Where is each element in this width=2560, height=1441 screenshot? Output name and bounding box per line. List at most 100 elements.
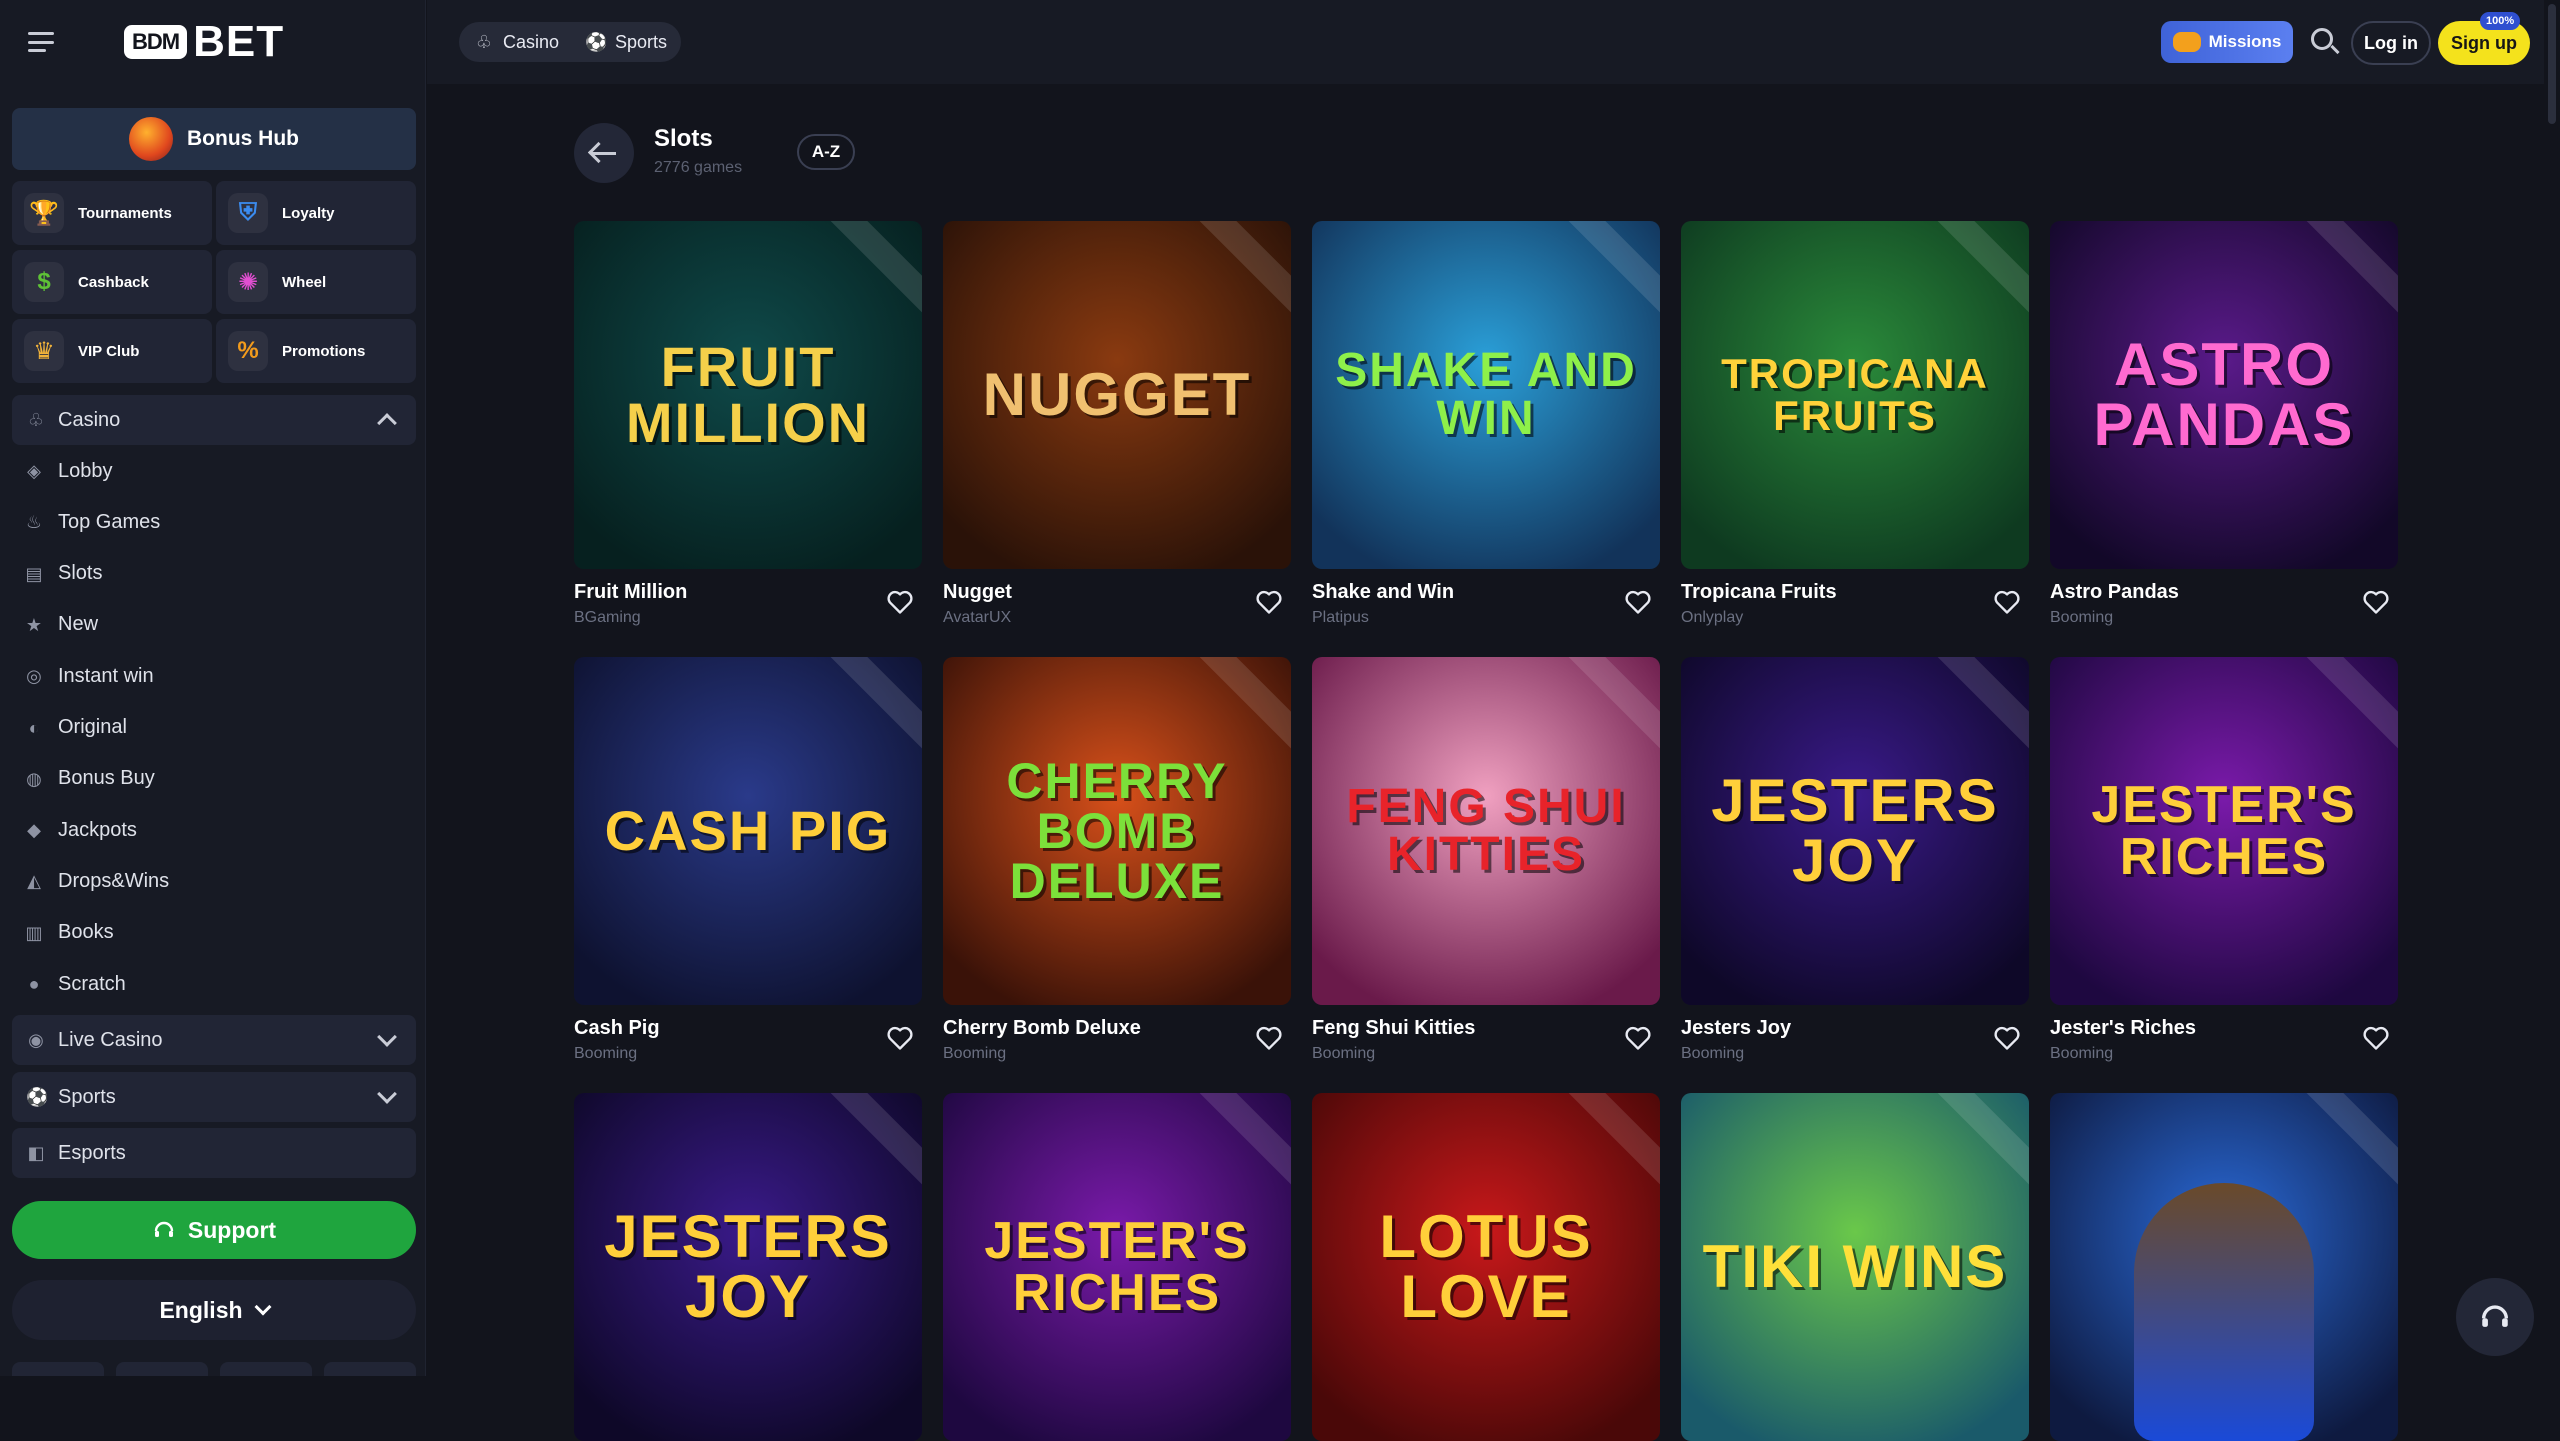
game-card[interactable]: NUGGET Nugget AvatarUX (943, 221, 1291, 626)
tab-casino[interactable]: ♧ Casino (467, 31, 565, 53)
search-icon[interactable] (2309, 26, 2341, 58)
game-title[interactable]: Jester's Riches (2050, 1017, 2196, 1040)
sidebar-item[interactable]: ◍ Bonus Buy (24, 759, 155, 799)
sidebar-item[interactable]: ◐ Original (24, 708, 127, 748)
missions-button[interactable]: Missions (2161, 21, 2293, 63)
sports-group-toggle[interactable]: ⚽ Sports (12, 1072, 416, 1122)
original-icon: ◐ (28, 717, 40, 738)
sidebar-item[interactable]: ♨ Top Games (24, 502, 160, 542)
game-thumbnail[interactable]: FENG SHUI KITTIES (1312, 657, 1660, 1005)
quick-link-tile[interactable]: ✺ Wheel (216, 250, 416, 314)
sidebar-item[interactable]: ◭ Drops&Wins (24, 861, 169, 901)
game-thumbnail[interactable]: LOTUS LOVE (1312, 1093, 1660, 1441)
language-selector[interactable]: English (12, 1280, 416, 1340)
favorite-heart-icon[interactable] (886, 1025, 914, 1051)
sidebar-item[interactable]: ● Scratch (24, 964, 126, 1004)
game-thumbnail[interactable]: SHAKE AND WIN (1312, 221, 1660, 569)
casino-group-label: Casino (58, 408, 121, 431)
casino-group-toggle[interactable]: ♧ Casino (12, 395, 416, 445)
quick-link-tile[interactable]: 🏆 Tournaments (12, 181, 212, 245)
game-thumbnail[interactable]: JESTER'S RICHES (943, 1093, 1291, 1441)
sidebar-item-label: Drops&Wins (58, 869, 170, 892)
game-thumbnail[interactable]: ASTRO PANDAS (2050, 221, 2398, 569)
quick-link-tile[interactable]: % Promotions (216, 319, 416, 383)
game-card[interactable]: CHERRY BOMB DELUXE Cherry Bomb Deluxe Boom… (943, 657, 1291, 1062)
game-card[interactable]: JESTER'S RICHES (943, 1093, 1291, 1441)
support-button[interactable]: Support (12, 1201, 416, 1259)
game-title[interactable]: Jesters Joy (1681, 1017, 1791, 1040)
sidebar-item[interactable]: ★ New (24, 605, 98, 645)
footer-button[interactable] (324, 1362, 416, 1376)
game-card[interactable]: CASH PIG Cash Pig Booming (574, 657, 922, 1062)
back-button[interactable] (574, 123, 634, 183)
game-thumbnail[interactable]: CASH PIG (574, 657, 922, 1005)
live-casino-group-toggle[interactable]: ◉ Live Casino (12, 1015, 416, 1065)
sidebar-item[interactable]: ◆ Jackpots (24, 810, 137, 850)
game-title[interactable]: Fruit Million (574, 581, 687, 604)
game-card[interactable]: FENG SHUI KITTIES Feng Shui Kitties Boomin… (1312, 657, 1660, 1062)
game-art-title: FENG SHUI KITTIES (1346, 780, 1626, 881)
game-title[interactable]: Cash Pig (574, 1017, 660, 1040)
sidebar-item[interactable]: ▥ Books (24, 913, 113, 953)
sidebar-item[interactable]: ◎ Instant win (24, 656, 153, 696)
game-card[interactable]: JESTER'S RICHES Jester's Riches Booming (2050, 657, 2398, 1062)
footer-button[interactable] (12, 1362, 104, 1376)
game-card[interactable] (2050, 1093, 2398, 1441)
game-thumbnail[interactable]: TIKI WINS (1681, 1093, 2029, 1441)
favorite-heart-icon[interactable] (1255, 589, 1283, 615)
sidebar-item[interactable]: ◈ Lobby (24, 451, 112, 491)
footer-button[interactable] (220, 1362, 312, 1376)
sidebar-item[interactable]: ▤ Slots (24, 554, 102, 594)
game-card[interactable]: SHAKE AND WIN Shake and Win Platipus (1312, 221, 1660, 626)
login-button[interactable]: Log in (2351, 21, 2431, 65)
footer-button[interactable] (116, 1362, 208, 1376)
game-card[interactable]: TROPICANA FRUITS Tropicana Fruits Onlyplay (1681, 221, 2029, 626)
favorite-heart-icon[interactable] (1993, 589, 2021, 615)
logo[interactable]: BDM BET (124, 17, 284, 67)
game-title[interactable]: Cherry Bomb Deluxe (943, 1017, 1141, 1040)
favorite-heart-icon[interactable] (2362, 589, 2390, 615)
game-title[interactable]: Tropicana Fruits (1681, 581, 1837, 604)
esports-link[interactable]: ◧ Esports (12, 1128, 416, 1178)
game-title[interactable]: Nugget (943, 581, 1012, 604)
game-card[interactable]: FRUIT MILLION Fruit Million BGaming (574, 221, 922, 626)
sort-az-button[interactable]: A-Z (797, 134, 855, 170)
game-thumbnail[interactable] (2050, 1093, 2398, 1441)
game-thumbnail[interactable]: JESTER'S RICHES (2050, 657, 2398, 1005)
bonus-hub-button[interactable]: Bonus Hub (12, 108, 416, 170)
game-card[interactable]: ASTRO PANDAS Astro Pandas Booming (2050, 221, 2398, 626)
game-card[interactable]: TIKI WINS (1681, 1093, 2029, 1441)
favorite-heart-icon[interactable] (1624, 1025, 1652, 1051)
game-title[interactable]: Shake and Win (1312, 581, 1454, 604)
favorite-heart-icon[interactable] (1624, 589, 1652, 615)
game-title[interactable]: Astro Pandas (2050, 581, 2179, 604)
sports-icon: ⚽ (585, 32, 608, 52)
missions-label: Missions (2208, 32, 2282, 51)
favorite-heart-icon[interactable] (1255, 1025, 1283, 1051)
game-card[interactable]: JESTERS JOY Jesters Joy Booming (1681, 657, 2029, 1062)
quick-link-tile[interactable]: $ Cashback (12, 250, 212, 314)
game-provider: Booming (574, 1045, 638, 1062)
tab-sports[interactable]: ⚽ Sports (579, 31, 673, 53)
quick-link-tile[interactable]: ⛨ Loyalty (216, 181, 416, 245)
game-card[interactable]: JESTERS JOY (574, 1093, 922, 1441)
game-thumbnail[interactable]: TROPICANA FRUITS (1681, 221, 2029, 569)
game-thumbnail[interactable]: JESTERS JOY (1681, 657, 2029, 1005)
game-art-title: CASH PIG (604, 799, 892, 862)
game-thumbnail[interactable]: CHERRY BOMB DELUXE (943, 657, 1291, 1005)
favorite-heart-icon[interactable] (2362, 1025, 2390, 1051)
page-title: Slots (654, 125, 713, 152)
page-scrollbar[interactable] (2544, 0, 2560, 1376)
favorite-heart-icon[interactable] (886, 589, 914, 615)
quick-link-label: VIP Club (78, 342, 140, 360)
game-thumbnail[interactable]: NUGGET (943, 221, 1291, 569)
game-card[interactable]: LOTUS LOVE (1312, 1093, 1660, 1441)
game-thumbnail[interactable]: FRUIT MILLION (574, 221, 922, 569)
game-title[interactable]: Feng Shui Kitties (1312, 1017, 1475, 1040)
live-chat-button[interactable] (2456, 1278, 2534, 1356)
quick-link-label: Wheel (282, 273, 327, 291)
game-thumbnail[interactable]: JESTERS JOY (574, 1093, 922, 1441)
quick-link-tile[interactable]: ♛ VIP Club (12, 319, 212, 383)
menu-icon[interactable] (28, 32, 54, 52)
favorite-heart-icon[interactable] (1993, 1025, 2021, 1051)
